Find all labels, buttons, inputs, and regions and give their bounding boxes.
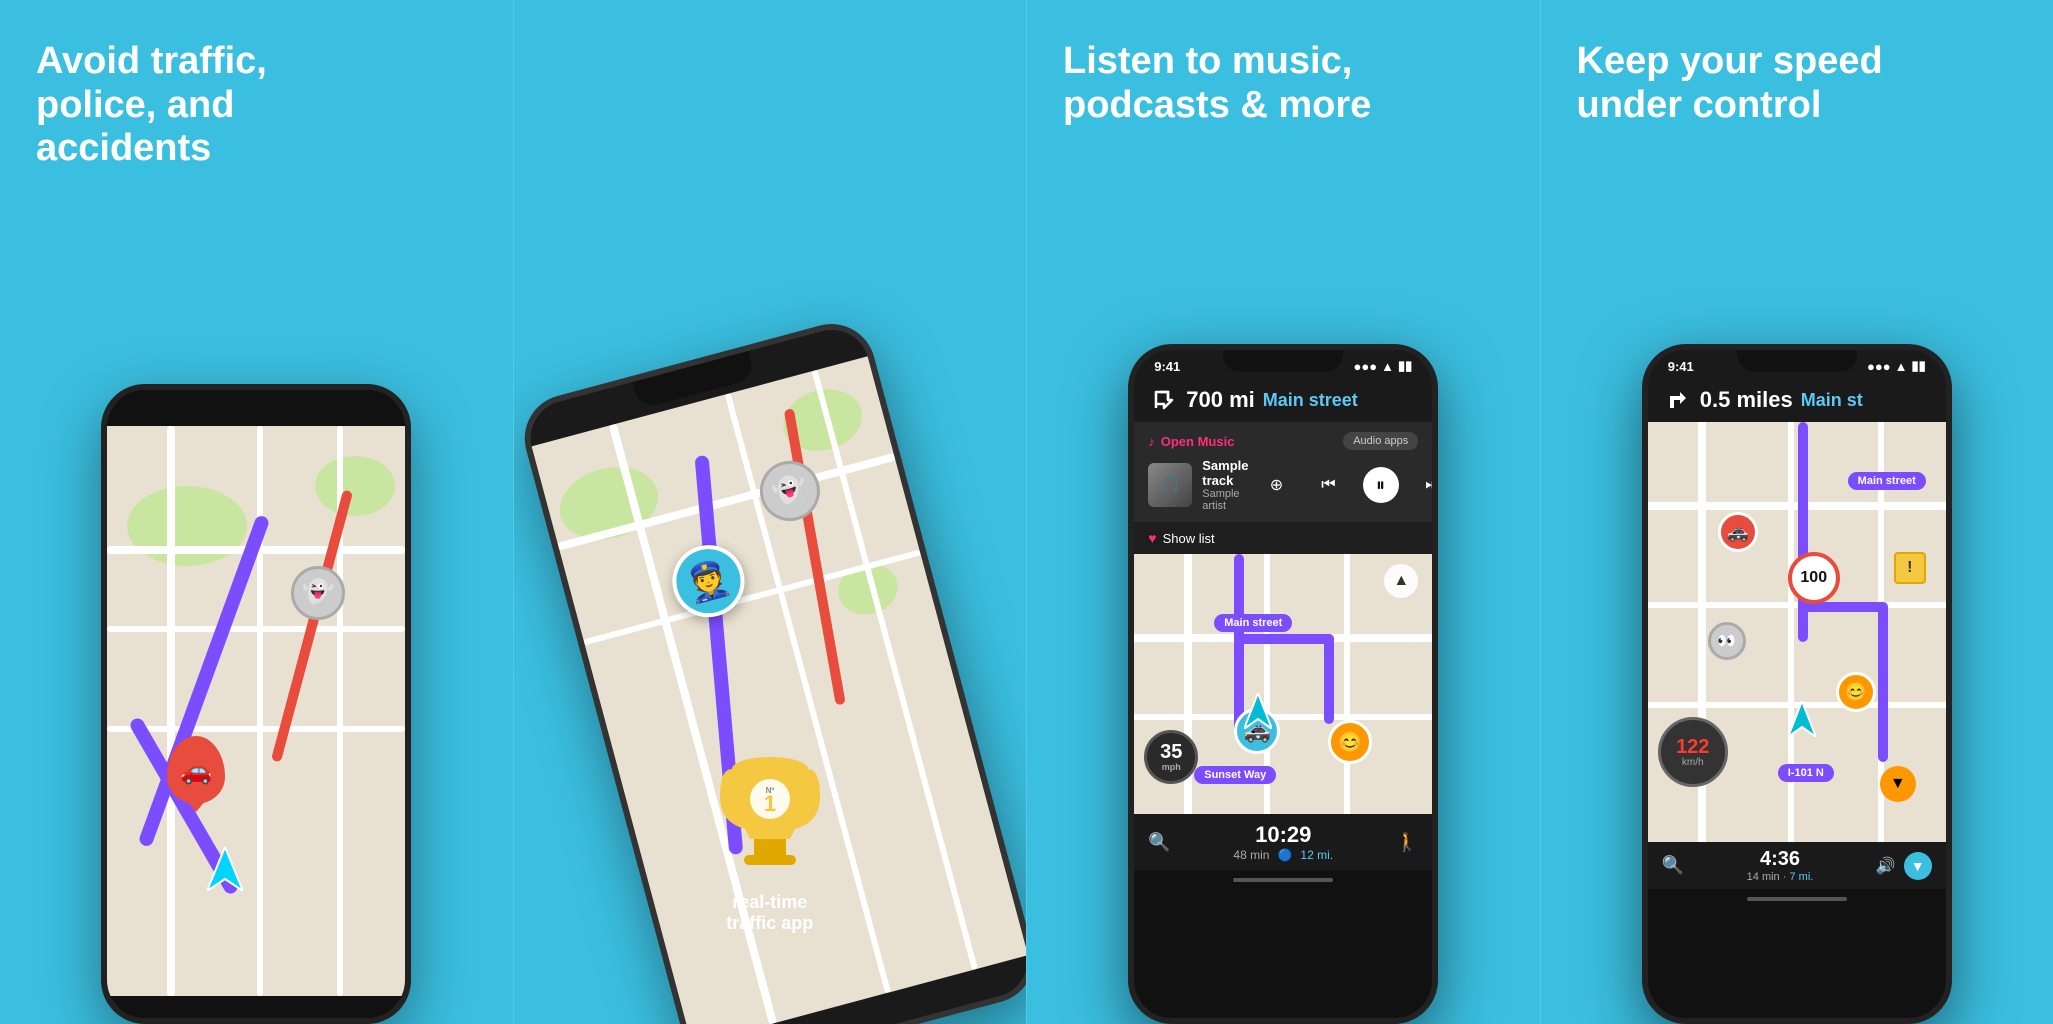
- nav-distance-3: 700 mi: [1186, 387, 1255, 413]
- road-sign-icon: !: [1894, 552, 1926, 584]
- speed-badge-3: 35 mph: [1144, 730, 1198, 784]
- track-title: Sample track: [1202, 458, 1248, 488]
- waze-char-3: 😊: [1836, 672, 1876, 712]
- music-note-icon: ♪: [1148, 434, 1155, 449]
- panel-avoid-traffic: Avoid traffic, police, and accidents: [0, 0, 513, 1024]
- phone-mockup-3: 9:41 ●●● ▲ ▮▮ 700 mi Main street: [1128, 344, 1438, 1024]
- panel-music: Listen to music, podcasts & more 9:41 ●●…: [1026, 0, 1540, 1024]
- music-panel: ♪ Open Music Audio apps 🎵 Sample track S…: [1134, 422, 1432, 522]
- orange-character: 😊: [1328, 720, 1372, 764]
- speaker-icon-4[interactable]: 🔊: [1876, 856, 1896, 876]
- user-location-arrow-4: [1788, 701, 1816, 742]
- trophy-title: real-time: [732, 892, 807, 913]
- bottom-bar-4: 🔍 4:36 14 min · 7 mi. 🔊 ▼: [1648, 842, 1946, 889]
- phone-mockup-1: 🚗 👻: [101, 384, 411, 1024]
- panel-1-headline: Avoid traffic, police, and accidents: [0, 0, 303, 191]
- eta-min-4: 14 min: [1747, 871, 1780, 883]
- person-icon-3: 🚶: [1396, 832, 1418, 853]
- main-street-label-map: Main street: [1214, 614, 1292, 632]
- search-icon-3[interactable]: 🔍: [1148, 832, 1170, 853]
- wifi-icon-4: ▲: [1895, 359, 1908, 374]
- show-list-label: Show list: [1163, 531, 1215, 546]
- trophy-subtitle: traffic app: [726, 913, 813, 934]
- bottom-bar-3: 🔍 10:29 48 min 🔵 12 mi. 🚶: [1134, 814, 1432, 870]
- audio-apps-button[interactable]: Audio apps: [1343, 432, 1418, 450]
- expand-button[interactable]: ▼: [1904, 852, 1932, 880]
- police-character-pin: 👮: [664, 537, 752, 625]
- search-icon-4[interactable]: 🔍: [1662, 855, 1684, 876]
- time-display-4: 9:41: [1668, 359, 1694, 374]
- ghost-character: 👻: [753, 454, 826, 527]
- map-area-4: Main street I-101 N 100 122 km/h 🚓: [1648, 422, 1946, 842]
- traffic-pin: 🚗: [167, 736, 225, 804]
- turn-arrow-icon: [1150, 386, 1178, 414]
- heart-icon: ♥: [1148, 530, 1156, 546]
- sunset-way-label: Sunset Way: [1194, 766, 1276, 784]
- navigation-bar-4: 0.5 miles Main st: [1648, 378, 1946, 422]
- highway-label-4: I-101 N: [1778, 764, 1834, 782]
- nav-street-3: Main street: [1263, 390, 1358, 411]
- music-controls: ⊕ ⏮ ⏸ ⏭: [1259, 467, 1439, 503]
- home-bar-3: [1134, 870, 1432, 890]
- speed-limit-sign: 100: [1788, 552, 1840, 604]
- time-display: 9:41: [1154, 359, 1180, 374]
- trophy-container: Nº 1 real-time traffic app: [514, 752, 1027, 934]
- turn-arrow-icon-4: [1664, 386, 1692, 414]
- eta-min-3: 48 min: [1233, 848, 1269, 862]
- panel-3-headline: Listen to music, podcasts & more: [1027, 0, 1407, 147]
- eta-time-4: 4:36: [1747, 848, 1814, 871]
- next-track-button[interactable]: ⏭: [1415, 467, 1439, 503]
- speedometer: 122 km/h: [1658, 717, 1728, 787]
- waze-char-1: 🚓: [1718, 512, 1758, 552]
- battery-icon: ▮▮: [1398, 358, 1412, 374]
- nav-street-4: Main st: [1801, 390, 1863, 411]
- battery-icon-4: ▮▮: [1911, 358, 1925, 374]
- navigation-bar-3: 700 mi Main street: [1134, 378, 1432, 422]
- panel-4-headline: Keep your speed under control: [1541, 0, 1919, 147]
- panel-speed: Keep your speed under control 9:41 ●●● ▲…: [1540, 0, 2053, 1024]
- signal-icon: ●●●: [1354, 359, 1378, 374]
- main-street-label-4: Main street: [1848, 472, 1926, 490]
- eta-distance-4: 7 mi.: [1789, 871, 1813, 883]
- eta-distance-3: 12 mi.: [1300, 848, 1333, 862]
- phone-mockup-4: 9:41 ●●● ▲ ▮▮ 0.5 miles Main st: [1642, 344, 1952, 1024]
- user-location-arrow-3: [1244, 693, 1272, 734]
- nav-distance-4: 0.5 miles: [1700, 387, 1793, 413]
- map-area-3: Main street Sunset Way ▲ 🚓 35 mph: [1134, 554, 1432, 814]
- home-bar-4: [1648, 889, 1946, 909]
- signal-icon-4: ●●●: [1867, 359, 1891, 374]
- waze-char-2: 👀: [1708, 622, 1746, 660]
- track-info: Sample track Sample artist: [1202, 458, 1248, 512]
- scroll-up-button[interactable]: ▲: [1384, 564, 1418, 598]
- ghost-pin: 👻: [291, 566, 345, 620]
- track-artist: Sample artist: [1202, 488, 1248, 512]
- trophy-icon: Nº 1: [710, 752, 830, 892]
- panel-number-one: 👮 👻 Nº 1 real-time traffic app: [513, 0, 1027, 1024]
- orange-indicator: ▼: [1880, 766, 1916, 802]
- svg-text:1: 1: [764, 791, 776, 816]
- add-to-playlist-button[interactable]: ⊕: [1259, 467, 1295, 503]
- eta-time-3: 10:29: [1233, 822, 1333, 848]
- user-arrow: [207, 847, 243, 896]
- pause-button[interactable]: ⏸: [1363, 467, 1399, 503]
- album-art: 🎵: [1148, 463, 1192, 507]
- show-list-row[interactable]: ♥ Show list: [1134, 522, 1432, 554]
- open-music-button[interactable]: ♪ Open Music: [1148, 434, 1234, 449]
- wifi-icon: ▲: [1381, 359, 1394, 374]
- prev-track-button[interactable]: ⏮: [1311, 467, 1347, 503]
